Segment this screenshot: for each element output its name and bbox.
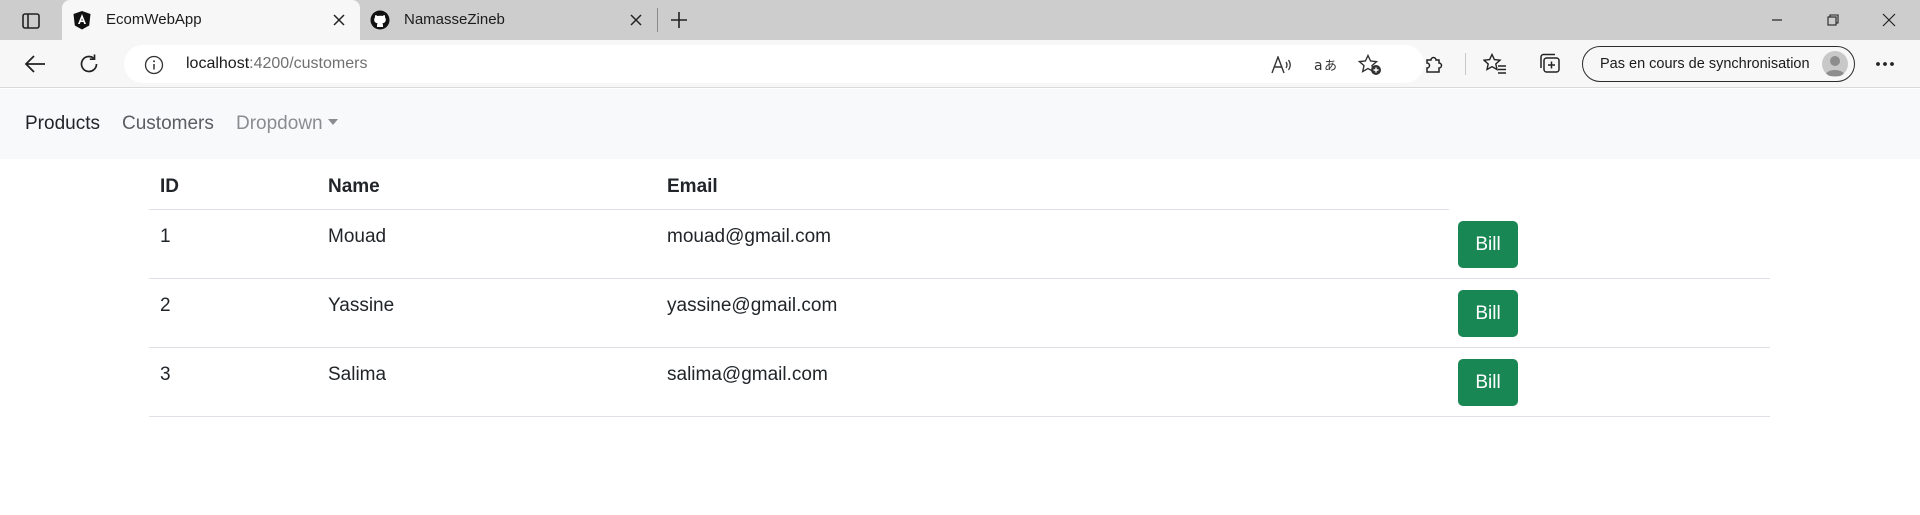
favorites-button[interactable]	[1478, 48, 1512, 80]
translate-icon[interactable]: aあ	[1313, 53, 1339, 77]
collections-icon	[1540, 53, 1560, 73]
customer-name: Yassine	[328, 295, 395, 316]
settings-more-button[interactable]	[1868, 48, 1902, 80]
tab-actions-button[interactable]	[14, 8, 48, 34]
nav-dropdown-toggle[interactable]: Dropdown	[236, 113, 338, 135]
restore-icon	[1827, 14, 1839, 26]
tab-title: NamasseZineb	[404, 11, 505, 28]
read-aloud-icon[interactable]	[1269, 53, 1295, 77]
new-tab-button[interactable]	[664, 7, 694, 33]
close-icon[interactable]	[330, 11, 348, 29]
customer-name: Mouad	[328, 226, 387, 247]
bill-button[interactable]: Bill	[1458, 221, 1518, 268]
restore-button[interactable]	[1810, 6, 1856, 34]
browser-toolbar: localhost:4200/customers aあ Pas en cours…	[0, 40, 1920, 88]
toolbar-divider	[1465, 53, 1466, 75]
browser-tab-strip: EcomWebApp NamasseZineb	[0, 0, 1920, 40]
avatar	[1822, 51, 1848, 77]
angular-icon	[72, 10, 92, 30]
customer-id: 3	[160, 364, 171, 385]
app-navbar: Products Customers Dropdown	[0, 89, 1920, 159]
url-text[interactable]: localhost:4200/customers	[186, 55, 367, 73]
column-header-email: Email	[667, 176, 718, 197]
sync-status-label: Pas en cours de synchronisation	[1600, 56, 1810, 72]
refresh-icon	[80, 54, 98, 73]
minimize-button[interactable]	[1754, 6, 1800, 34]
tab-namassezineb[interactable]: NamasseZineb	[360, 0, 657, 40]
tab-ecomwebapp[interactable]: EcomWebApp	[62, 0, 360, 40]
nav-link-customers[interactable]: Customers	[122, 113, 214, 135]
svg-text:あ: あ	[1324, 59, 1337, 74]
bill-button[interactable]: Bill	[1458, 290, 1518, 337]
github-icon	[370, 10, 390, 30]
table-row: 1 Mouad mouad@gmail.com Bill	[149, 210, 1770, 279]
caret-down-icon	[327, 119, 338, 125]
site-info-icon[interactable]	[144, 55, 164, 75]
back-button[interactable]	[18, 48, 52, 80]
customer-id: 1	[160, 226, 171, 247]
tab-divider	[657, 8, 658, 32]
customer-email: salima@gmail.com	[667, 364, 828, 385]
refresh-button[interactable]	[72, 48, 106, 80]
puzzle-icon	[1426, 56, 1443, 73]
add-favorite-icon[interactable]	[1357, 53, 1383, 77]
collections-button[interactable]	[1534, 48, 1568, 80]
customer-email: mouad@gmail.com	[667, 226, 831, 247]
close-icon[interactable]	[627, 11, 645, 29]
customer-id: 2	[160, 295, 171, 316]
table-row: 3 Salima salima@gmail.com Bill	[149, 348, 1770, 417]
minimize-icon	[1772, 19, 1782, 21]
table-row: 2 Yassine yassine@gmail.com Bill	[149, 279, 1770, 348]
profile-sync-button[interactable]: Pas en cours de synchronisation	[1582, 46, 1855, 82]
back-arrow-icon	[24, 55, 45, 73]
extensions-button[interactable]	[1418, 48, 1452, 80]
customer-email: yassine@gmail.com	[667, 295, 838, 316]
nav-link-products[interactable]: Products	[25, 113, 100, 135]
plus-icon	[671, 12, 687, 28]
customer-name: Salima	[328, 364, 387, 385]
tab-title: EcomWebApp	[106, 11, 202, 28]
address-bar[interactable]: localhost:4200/customers aあ	[124, 45, 1424, 83]
bill-button[interactable]: Bill	[1458, 359, 1518, 406]
more-icon	[1876, 62, 1894, 66]
favorites-icon	[1483, 53, 1506, 74]
tab-actions-icon	[22, 13, 40, 29]
close-icon	[1882, 13, 1896, 27]
svg-text:a: a	[1314, 58, 1323, 74]
column-header-id: ID	[160, 176, 179, 197]
close-window-button[interactable]	[1866, 6, 1912, 34]
column-header-name: Name	[328, 176, 380, 197]
